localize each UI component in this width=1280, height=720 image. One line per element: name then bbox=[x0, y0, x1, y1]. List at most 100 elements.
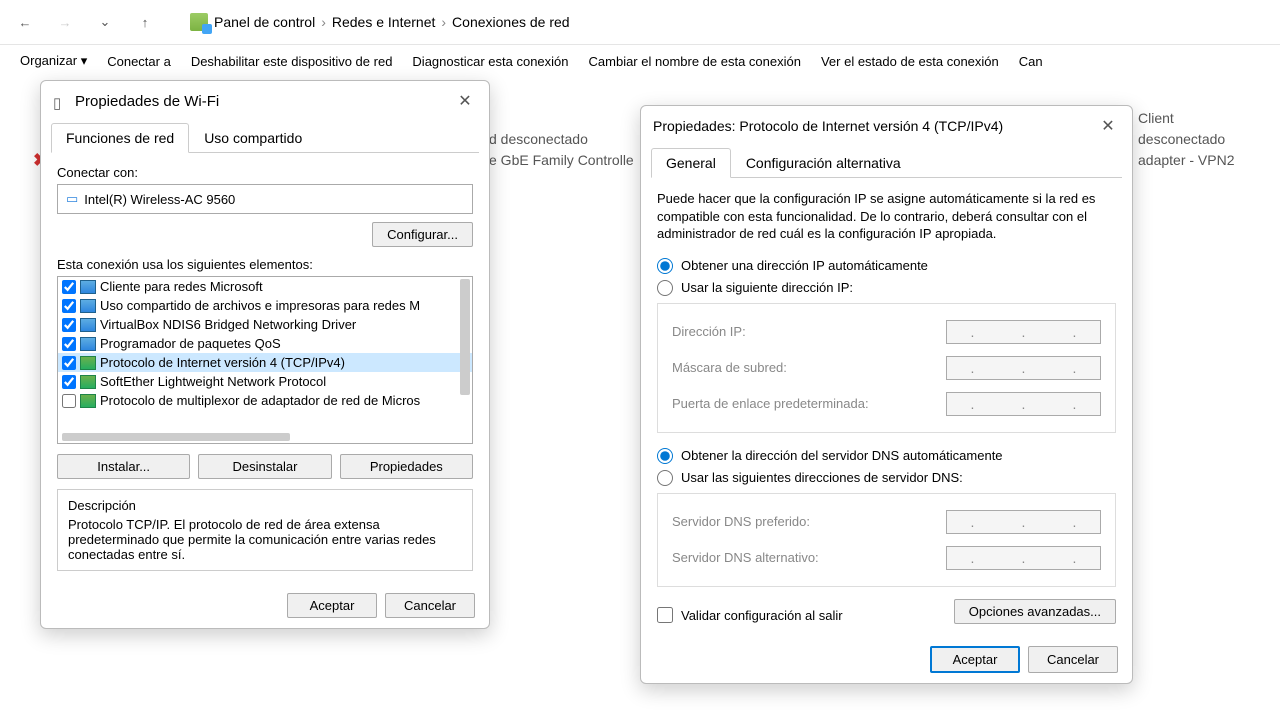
tab-alternate-config[interactable]: Configuración alternativa bbox=[731, 148, 916, 177]
command-bar: Organizar ▾ Conectar a Deshabilitar este… bbox=[0, 45, 1280, 77]
radio-input[interactable] bbox=[657, 448, 673, 464]
description-title: Descripción bbox=[68, 498, 462, 513]
dns-alternate-input[interactable]: ... bbox=[946, 546, 1101, 570]
network-card-icon: ▭ bbox=[66, 191, 78, 207]
checkbox-input[interactable] bbox=[657, 607, 673, 623]
checkbox-input[interactable] bbox=[62, 299, 76, 313]
up-button[interactable]: ↑ bbox=[130, 7, 160, 37]
list-item[interactable]: Uso compartido de archivos e impresoras … bbox=[58, 296, 472, 315]
list-item-label: Cliente para redes Microsoft bbox=[100, 279, 263, 294]
checkbox-input[interactable] bbox=[62, 356, 76, 370]
control-panel-icon bbox=[190, 13, 208, 31]
view-status-button[interactable]: Ver el estado de esta conexión bbox=[821, 54, 999, 69]
component-icon bbox=[80, 337, 96, 351]
subnet-mask-input[interactable]: ... bbox=[946, 356, 1101, 380]
list-item-label: SoftEther Lightweight Network Protocol bbox=[100, 374, 326, 389]
checkbox-input[interactable] bbox=[62, 280, 76, 294]
radio-label: Usar la siguiente dirección IP: bbox=[681, 280, 853, 295]
component-icon bbox=[80, 299, 96, 313]
breadcrumb-item[interactable]: Conexiones de red bbox=[452, 14, 570, 30]
auto-dns-radio[interactable]: Obtener la dirección del servidor DNS au… bbox=[657, 445, 1116, 467]
intro-text: Puede hacer que la configuración IP se a… bbox=[657, 190, 1116, 243]
radio-label: Usar las siguientes direcciones de servi… bbox=[681, 470, 963, 485]
manual-ip-radio[interactable]: Usar la siguiente dirección IP: bbox=[657, 277, 1116, 299]
adapter-field: ▭ Intel(R) Wireless-AC 9560 bbox=[57, 184, 473, 214]
rename-button[interactable]: Cambiar el nombre de esta conexión bbox=[589, 54, 801, 69]
tab-sharing[interactable]: Uso compartido bbox=[189, 123, 317, 152]
checkbox-input[interactable] bbox=[62, 337, 76, 351]
checkbox-input[interactable] bbox=[62, 394, 76, 408]
diagnose-button[interactable]: Diagnosticar esta conexión bbox=[412, 54, 568, 69]
back-button[interactable]: ← bbox=[10, 7, 40, 37]
elements-label: Esta conexión usa los siguientes element… bbox=[57, 257, 473, 272]
bg-adapter-text: e GbE Family Controlle bbox=[489, 152, 634, 168]
forward-button[interactable]: → bbox=[50, 7, 80, 37]
dialog-title: Propiedades de Wi-Fi bbox=[75, 93, 219, 110]
bg-status-text: desconectado bbox=[1138, 131, 1225, 147]
checkbox-input[interactable] bbox=[62, 375, 76, 389]
bg-client-label: Client bbox=[1138, 110, 1174, 126]
recent-dropdown[interactable]: ⌄ bbox=[90, 7, 120, 37]
install-button[interactable]: Instalar... bbox=[57, 454, 190, 479]
adapter-name: Intel(R) Wireless-AC 9560 bbox=[84, 192, 235, 207]
ipv4-properties-dialog: Propiedades: Protocolo de Internet versi… bbox=[640, 105, 1133, 684]
scrollbar-horizontal[interactable] bbox=[62, 433, 290, 441]
auto-ip-radio[interactable]: Obtener una dirección IP automáticamente bbox=[657, 255, 1116, 277]
list-item-label: Uso compartido de archivos e impresoras … bbox=[100, 298, 420, 313]
tab-network-functions[interactable]: Funciones de red bbox=[51, 123, 189, 153]
component-icon bbox=[80, 375, 96, 389]
ok-button[interactable]: Aceptar bbox=[287, 593, 377, 618]
dns-fields-group: Servidor DNS preferido:... Servidor DNS … bbox=[657, 493, 1116, 587]
dialog-body: Puede hacer que la configuración IP se a… bbox=[641, 178, 1132, 636]
configure-button[interactable]: Configurar... bbox=[372, 222, 473, 247]
radio-input[interactable] bbox=[657, 280, 673, 296]
cancel-button[interactable]: Cancelar bbox=[1028, 646, 1118, 673]
tab-general[interactable]: General bbox=[651, 148, 731, 178]
list-item-label: Protocolo de multiplexor de adaptador de… bbox=[100, 393, 420, 408]
list-item[interactable]: Protocolo de multiplexor de adaptador de… bbox=[58, 391, 472, 410]
validate-on-exit-checkbox[interactable]: Validar configuración al salir bbox=[657, 607, 843, 623]
list-item[interactable]: Protocolo de Internet versión 4 (TCP/IPv… bbox=[58, 353, 472, 372]
dialog-titlebar: ▯ Propiedades de Wi-Fi ✕ bbox=[41, 81, 489, 121]
uninstall-button[interactable]: Desinstalar bbox=[198, 454, 331, 479]
connect-with-label: Conectar con: bbox=[57, 165, 473, 180]
dns-preferred-input[interactable]: ... bbox=[946, 510, 1101, 534]
radio-label: Obtener una dirección IP automáticamente bbox=[681, 258, 928, 273]
list-item[interactable]: Programador de paquetes QoS bbox=[58, 334, 472, 353]
tab-strip: Funciones de red Uso compartido bbox=[51, 123, 479, 153]
disable-device-button[interactable]: Deshabilitar este dispositivo de red bbox=[191, 54, 393, 69]
components-listbox[interactable]: Cliente para redes Microsoft Uso comparti… bbox=[57, 276, 473, 444]
manual-dns-radio[interactable]: Usar las siguientes direcciones de servi… bbox=[657, 467, 1116, 489]
truncated-item[interactable]: Can bbox=[1019, 54, 1043, 69]
list-item[interactable]: SoftEther Lightweight Network Protocol bbox=[58, 372, 472, 391]
close-button[interactable]: ✕ bbox=[453, 89, 477, 113]
list-item[interactable]: Cliente para redes Microsoft bbox=[58, 277, 472, 296]
radio-input[interactable] bbox=[657, 470, 673, 486]
close-button[interactable]: ✕ bbox=[1096, 114, 1120, 138]
breadcrumb-item[interactable]: Panel de control bbox=[214, 14, 315, 30]
ok-button[interactable]: Aceptar bbox=[930, 646, 1020, 673]
component-icon bbox=[80, 318, 96, 332]
ip-address-input[interactable]: ... bbox=[946, 320, 1101, 344]
properties-button[interactable]: Propiedades bbox=[340, 454, 473, 479]
dns-preferred-label: Servidor DNS preferido: bbox=[672, 514, 810, 529]
connect-to-button[interactable]: Conectar a bbox=[107, 54, 171, 69]
checkbox-input[interactable] bbox=[62, 318, 76, 332]
list-item[interactable]: VirtualBox NDIS6 Bridged Networking Driv… bbox=[58, 315, 472, 334]
component-icon bbox=[80, 394, 96, 408]
gateway-input[interactable]: ... bbox=[946, 392, 1101, 416]
gateway-label: Puerta de enlace predeterminada: bbox=[672, 396, 869, 411]
breadcrumb-item[interactable]: Redes e Internet bbox=[332, 14, 436, 30]
component-icon bbox=[80, 280, 96, 294]
description-text: Protocolo TCP/IP. El protocolo de red de… bbox=[68, 517, 462, 562]
scrollbar-vertical[interactable] bbox=[460, 279, 470, 395]
advanced-button[interactable]: Opciones avanzadas... bbox=[954, 599, 1116, 624]
dialog-footer: Aceptar Cancelar bbox=[641, 636, 1132, 683]
component-icon bbox=[80, 356, 96, 370]
wifi-properties-dialog: ▯ Propiedades de Wi-Fi ✕ Funciones de re… bbox=[40, 80, 490, 629]
list-item-label: Protocolo de Internet versión 4 (TCP/IPv… bbox=[100, 355, 345, 370]
dialog-footer: Aceptar Cancelar bbox=[41, 583, 489, 628]
cancel-button[interactable]: Cancelar bbox=[385, 593, 475, 618]
organize-menu[interactable]: Organizar ▾ bbox=[20, 53, 87, 69]
radio-input[interactable] bbox=[657, 258, 673, 274]
